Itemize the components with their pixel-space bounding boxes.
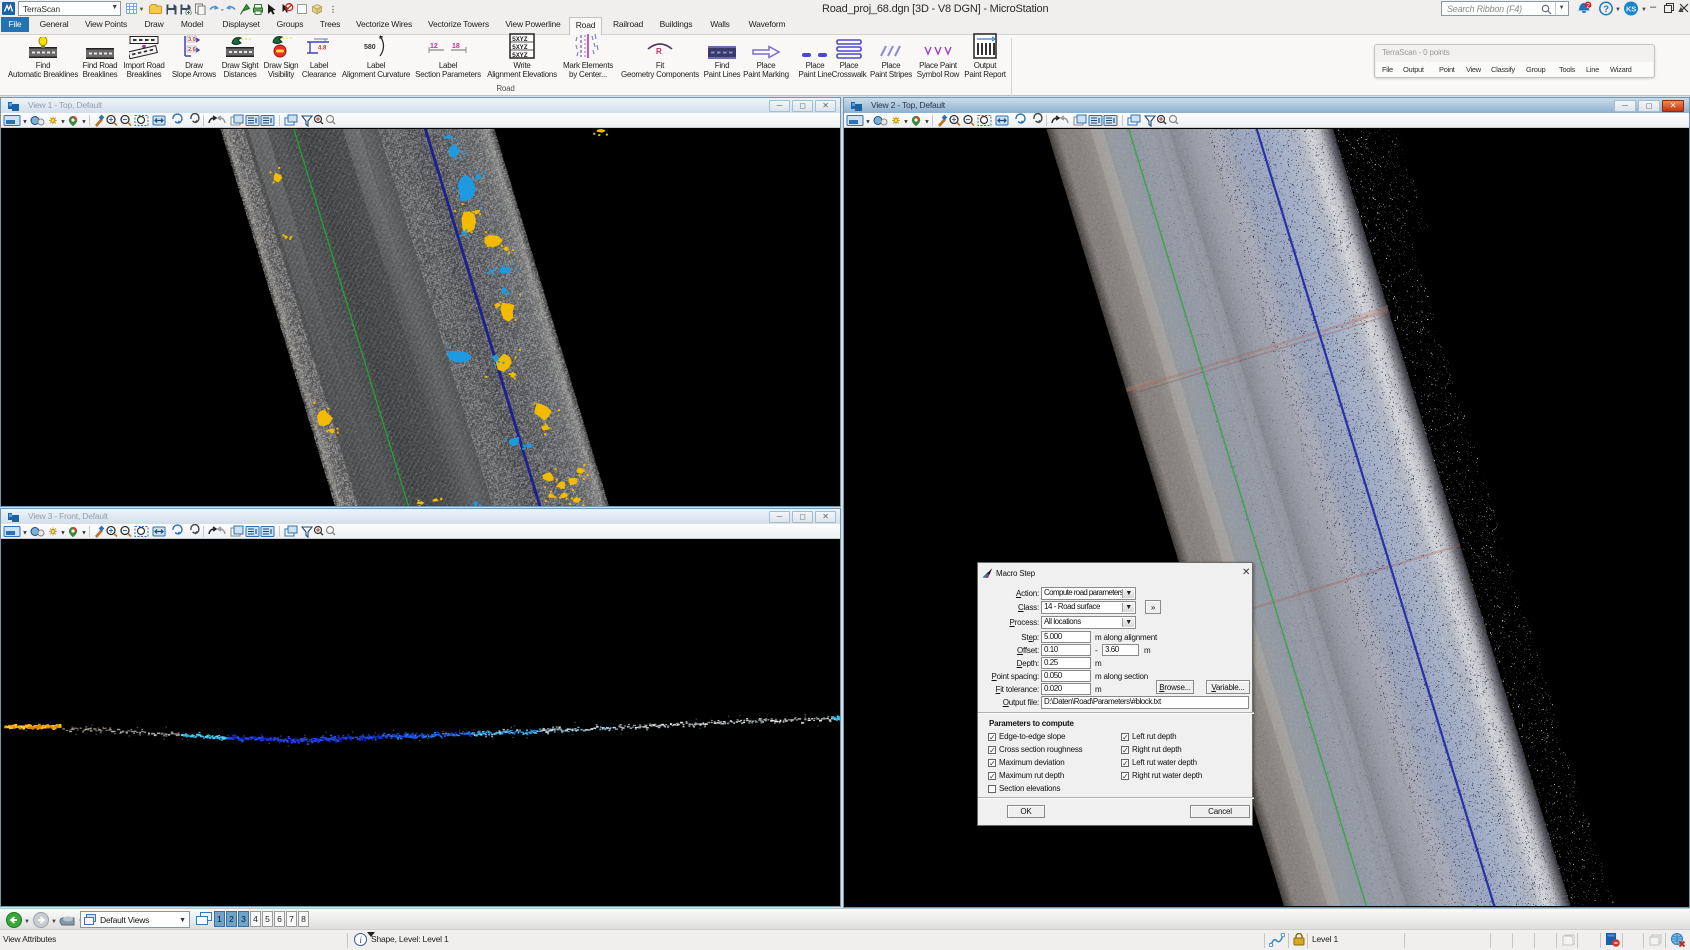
- svg-text:▼: ▼: [60, 120, 66, 126]
- svg-text:⋮: ⋮: [329, 5, 337, 14]
- svg-text:▼: ▼: [22, 120, 28, 126]
- svg-text:2: 2: [1586, 3, 1590, 10]
- svg-text:580: 580: [364, 44, 376, 51]
- svg-text:2.6: 2.6: [188, 47, 196, 53]
- svg-text:4.8: 4.8: [318, 46, 327, 52]
- svg-text:▼: ▼: [51, 919, 57, 925]
- svg-text:▼: ▼: [22, 531, 28, 537]
- svg-text:▼: ▼: [903, 120, 909, 126]
- svg-text:▼: ▼: [81, 531, 87, 537]
- svg-text:18: 18: [452, 43, 460, 50]
- svg-text:3.0: 3.0: [188, 37, 196, 43]
- svg-text:▼: ▼: [1641, 7, 1647, 13]
- svg-text:5XYZ: 5XYZ: [512, 52, 528, 59]
- svg-text:▼: ▼: [865, 120, 871, 126]
- svg-text:?: ?: [1603, 4, 1609, 15]
- svg-text:▼: ▼: [1615, 7, 1621, 13]
- svg-text:▼: ▼: [60, 531, 66, 537]
- svg-text:▼: ▼: [924, 120, 930, 126]
- svg-text:12: 12: [430, 43, 438, 50]
- svg-text:▼: ▼: [24, 919, 30, 925]
- svg-text:▼: ▼: [81, 120, 87, 126]
- svg-text:R: R: [656, 47, 662, 56]
- svg-text:KS: KS: [1626, 5, 1636, 14]
- svg-text:▼: ▼: [139, 7, 145, 13]
